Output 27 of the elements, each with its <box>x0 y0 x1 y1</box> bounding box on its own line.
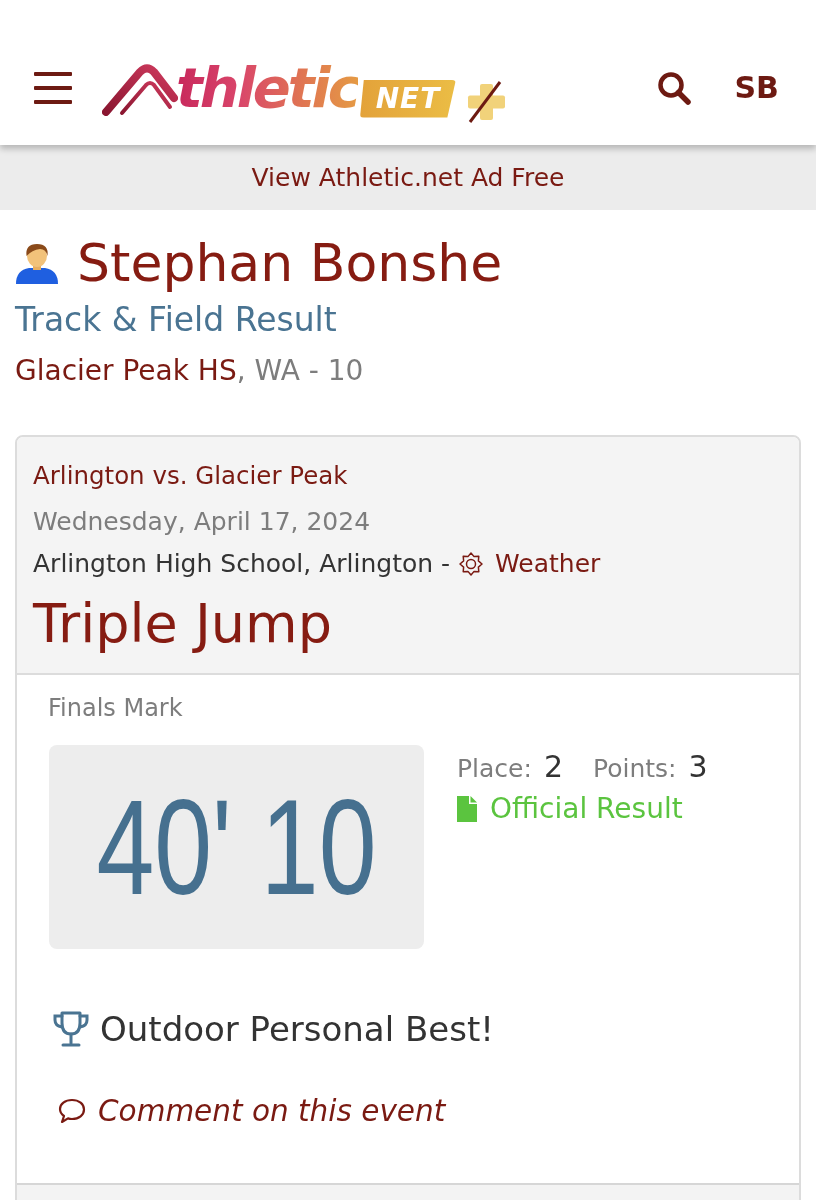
event-title: Triple Jump <box>33 593 332 655</box>
place-value: 2 <box>543 749 563 785</box>
points-value: 3 <box>688 749 708 785</box>
comment-link[interactable]: Comment on this event <box>58 1091 446 1131</box>
logo-chevron-icon[interactable] <box>102 61 178 116</box>
meet-link[interactable]: Arlington vs. Glacier Peak <box>33 459 348 493</box>
file-icon <box>457 796 477 822</box>
personal-best-text: Outdoor Personal Best! <box>100 1008 494 1051</box>
athlete-name: Stephan Bonshe <box>77 232 503 294</box>
search-icon[interactable] <box>656 70 691 105</box>
points-label: Points: <box>593 753 677 785</box>
meet-date: Wednesday, April 17, 2024 <box>33 506 371 538</box>
sun-icon <box>459 552 484 576</box>
ad-free-link[interactable]: View Athletic.net Ad Free <box>251 163 565 192</box>
comment-icon <box>58 1098 86 1124</box>
meet-location: Arlington High School, Arlington - <box>33 548 451 580</box>
school-details: , WA - 10 <box>236 354 364 387</box>
trophy-icon <box>52 1010 90 1048</box>
mark-value: 40' 10 <box>96 779 377 915</box>
mark-label: Finals Mark <box>48 693 183 723</box>
menu-icon[interactable] <box>34 71 72 104</box>
page-subtitle: Track & Field Result <box>15 300 337 340</box>
school-link[interactable]: Glacier Peak HS <box>15 354 237 387</box>
account-button[interactable]: SB <box>734 70 779 105</box>
place-label: Place: <box>457 753 532 785</box>
weather-link[interactable]: Weather <box>459 547 601 581</box>
avatar-icon <box>14 242 60 284</box>
